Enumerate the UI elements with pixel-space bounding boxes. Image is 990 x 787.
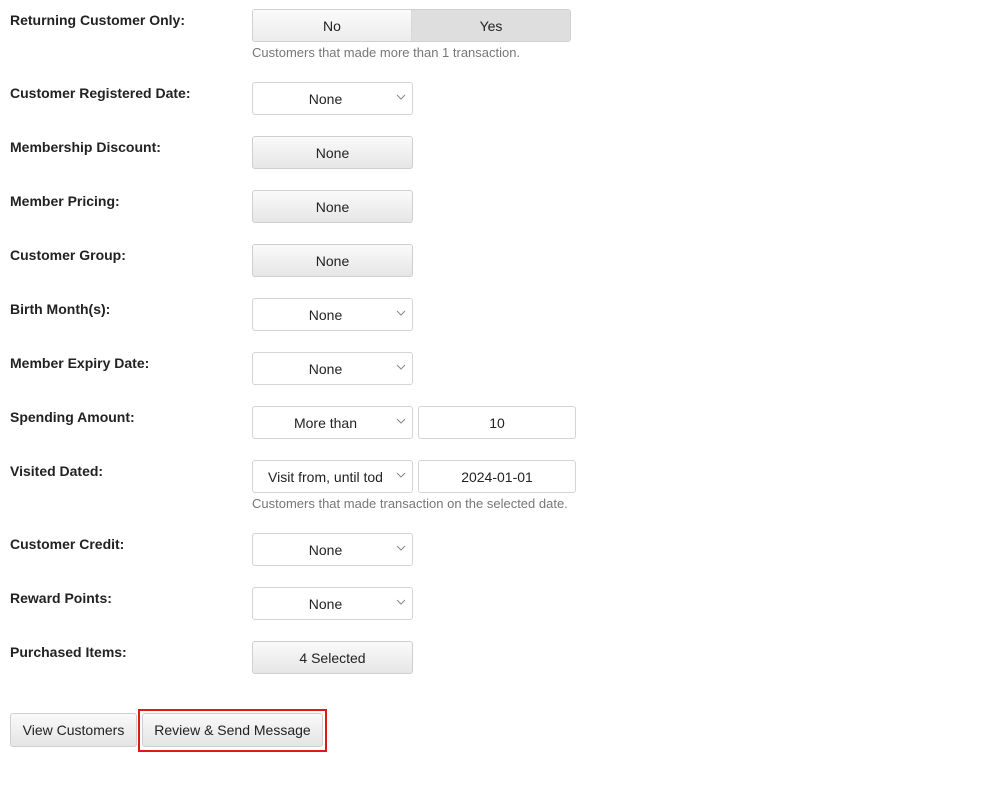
view-customers-button[interactable]: View Customers — [10, 713, 137, 747]
registered-date-select[interactable]: None — [252, 82, 413, 115]
reward-points-label: Reward Points: — [10, 590, 112, 606]
membership-discount-label: Membership Discount: — [10, 139, 161, 155]
customer-credit-select[interactable]: None — [252, 533, 413, 566]
birth-months-label: Birth Month(s): — [10, 301, 111, 317]
visited-dated-help: Customers that made transaction on the s… — [252, 496, 568, 511]
purchased-items-button[interactable]: 4 Selected — [252, 641, 413, 674]
chevron-down-icon — [396, 94, 406, 100]
chevron-down-icon — [396, 364, 406, 370]
registered-date-value: None — [308, 90, 343, 107]
chevron-down-icon — [396, 599, 406, 605]
visited-dated-value: Visit from, until tod — [268, 468, 383, 485]
spending-amount-value: More than — [293, 414, 358, 431]
chevron-down-icon — [396, 545, 406, 551]
membership-discount-button[interactable]: None — [252, 136, 413, 169]
chevron-down-icon — [396, 310, 406, 316]
visited-date-input[interactable]: 2024-01-01 — [418, 460, 576, 493]
reward-points-value: None — [308, 595, 343, 612]
member-pricing-label: Member Pricing: — [10, 193, 120, 209]
toggle-yes-option[interactable]: Yes — [412, 10, 570, 41]
customer-credit-value: None — [308, 541, 343, 558]
purchased-items-label: Purchased Items: — [10, 644, 127, 660]
returning-customer-toggle: No Yes — [252, 9, 571, 42]
visited-dated-label: Visited Dated: — [10, 463, 104, 479]
toggle-no-option[interactable]: No — [253, 10, 412, 41]
spending-amount-select[interactable]: More than — [252, 406, 413, 439]
visited-dated-select[interactable]: Visit from, until tod — [252, 460, 413, 493]
reward-points-select[interactable]: None — [252, 587, 413, 620]
review-send-message-button[interactable]: Review & Send Message — [142, 713, 323, 747]
chevron-down-icon — [396, 472, 406, 478]
member-expiry-label: Member Expiry Date: — [10, 355, 150, 371]
customer-group-label: Customer Group: — [10, 247, 126, 263]
returning-customer-help: Customers that made more than 1 transact… — [252, 45, 521, 60]
member-expiry-select[interactable]: None — [252, 352, 413, 385]
chevron-down-icon — [396, 418, 406, 424]
returning-customer-label: Returning Customer Only: — [10, 12, 186, 28]
spending-amount-input[interactable]: 10 — [418, 406, 576, 439]
spending-amount-label: Spending Amount: — [10, 409, 135, 425]
customer-group-button[interactable]: None — [252, 244, 413, 277]
birth-months-select[interactable]: None — [252, 298, 413, 331]
registered-date-label: Customer Registered Date: — [10, 85, 191, 101]
member-expiry-value: None — [308, 360, 343, 377]
member-pricing-button[interactable]: None — [252, 190, 413, 223]
birth-months-value: None — [308, 306, 343, 323]
customer-credit-label: Customer Credit: — [10, 536, 125, 552]
